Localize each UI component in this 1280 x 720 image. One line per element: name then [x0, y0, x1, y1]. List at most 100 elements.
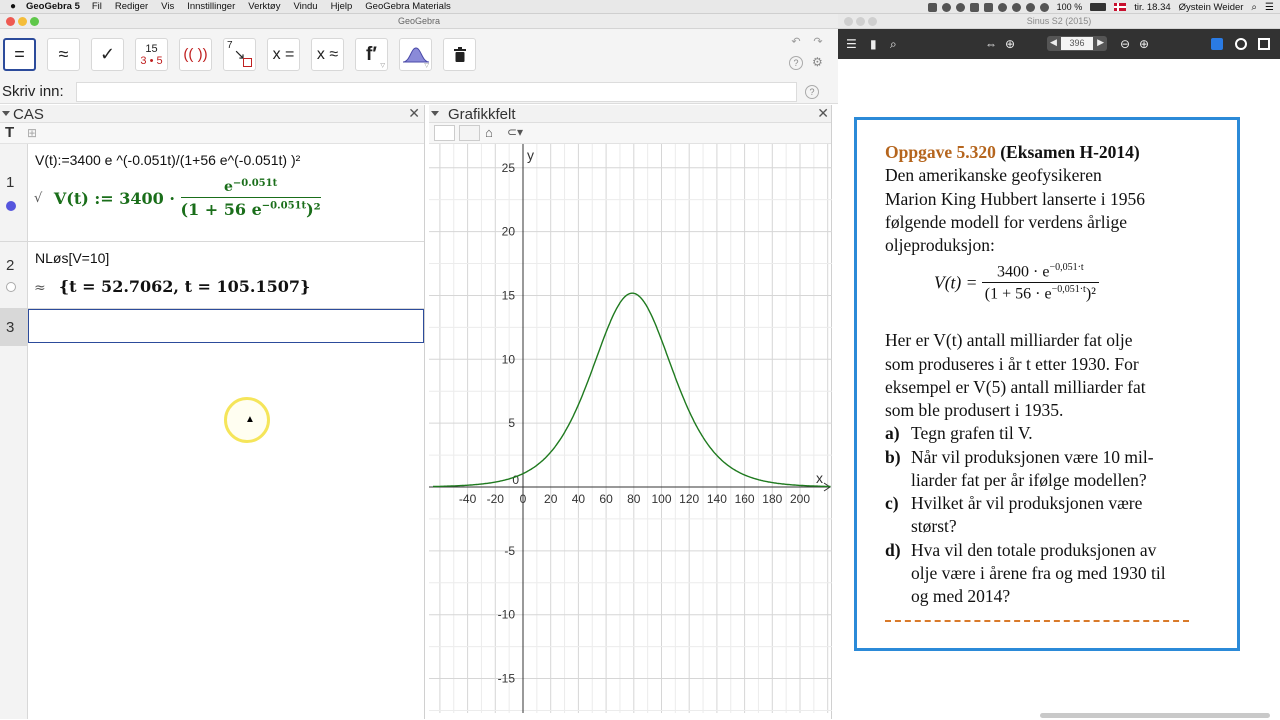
settings-gear-icon[interactable]: ⚙ [812, 55, 823, 69]
next-page-icon[interactable]: ▶ [1097, 37, 1104, 48]
apple-icon[interactable]: ● [0, 1, 26, 12]
viewer-scrollbar[interactable] [1040, 713, 1270, 718]
x-tick-label: 80 [627, 492, 641, 506]
menu-list-icon[interactable]: ☰ [1265, 2, 1274, 13]
cas-input[interactable]: NLøs[V=10] [35, 250, 109, 266]
solve-tool[interactable]: x = [267, 38, 300, 71]
record-icon[interactable] [941, 2, 951, 12]
numeric-tool[interactable]: ≈ [47, 38, 80, 71]
user-name[interactable]: Øystein Weider [1179, 2, 1244, 13]
task-a-text: Tegn grafen til V. [911, 423, 1033, 443]
table-format-icon[interactable]: ⊞ [27, 126, 37, 140]
toolbar-help-icon[interactable]: ? [789, 56, 803, 70]
menu-geogebra-materials[interactable]: GeoGebra Materials [365, 1, 451, 12]
window-titlebar: GeoGebra [0, 14, 838, 29]
x-tick-label: 100 [651, 492, 671, 506]
display-icon[interactable] [983, 2, 993, 12]
sidebar-list-icon[interactable]: ☰ [846, 37, 857, 51]
menu-fil[interactable]: Fil [92, 1, 102, 12]
function-plot[interactable]: -40 -20 0 20 40 60 80 100 120 140 160 180 2000-15-10… [429, 144, 832, 713]
x-tick-label: 60 [599, 492, 613, 506]
viewer-close-icon[interactable] [844, 17, 853, 26]
expand-tool[interactable]: (( )) [179, 38, 212, 71]
window-title: GeoGebra [397, 16, 441, 26]
redo-icon[interactable]: ↷ [811, 36, 825, 48]
task-a-label: a) [885, 423, 900, 443]
cloud-icon[interactable] [927, 2, 937, 12]
page-number-input[interactable]: 396 [1061, 37, 1093, 50]
y-tick-label: -5 [504, 544, 515, 558]
text-format-button[interactable]: T [5, 124, 14, 141]
menu-vindu[interactable]: Vindu [293, 1, 317, 12]
solve-numerically-tool[interactable]: x ≈ [311, 38, 344, 71]
zoom-in-icon[interactable]: ⊕ [1139, 37, 1149, 51]
close-window-icon[interactable] [6, 17, 15, 26]
task-b-text: Når vil produksjonen være 10 mil- [911, 447, 1154, 467]
substitute-tool[interactable]: 7 ↘ [223, 38, 256, 71]
menubar: ● GeoGebra 5 Fil Rediger Vis Innstilling… [0, 0, 1280, 14]
grid-icon[interactable] [969, 2, 979, 12]
evaluate-tool-label: = [14, 44, 25, 64]
menu-vis[interactable]: Vis [161, 1, 174, 12]
home-icon[interactable]: ⌂ [485, 125, 493, 140]
cas-row-3[interactable]: 3 [0, 309, 424, 346]
cas-row-2[interactable]: 2 NLøs[V=10] ≈ {t = 52.7062, t = 105.150… [0, 242, 424, 309]
bell-curve-icon [402, 46, 429, 62]
fit-page-icon[interactable]: ⊕ [1005, 37, 1015, 51]
color-swatch-icon[interactable] [1211, 38, 1223, 50]
cas-collapse-icon[interactable] [2, 111, 10, 116]
y-tick-label: 10 [502, 352, 516, 366]
input-field[interactable] [76, 82, 797, 102]
cas-active-input[interactable] [28, 309, 424, 343]
input-help-icon[interactable]: ? [805, 85, 819, 99]
bluetooth-icon[interactable] [997, 2, 1007, 12]
grid-toggle-icon[interactable] [459, 125, 480, 141]
factor-tool[interactable]: 15 3 • 5 [135, 38, 168, 71]
y-tick-label: -10 [498, 608, 516, 622]
circle-tool-icon[interactable] [1235, 38, 1247, 50]
graphics-close-icon[interactable]: ✕ [817, 105, 829, 122]
evaluate-tool[interactable]: = [3, 38, 36, 71]
fit-width-icon[interactable]: ⇔ [985, 37, 997, 51]
prev-page-icon[interactable]: ◀ [1050, 37, 1057, 48]
delete-tool[interactable] [443, 38, 476, 71]
point-capture-icon[interactable]: ⊂▾ [507, 125, 523, 139]
graphics-view: Grafikkfelt ✕ ⌂ ⊂▾ -40 -20 0 20 40 60 80 100 120… [429, 105, 832, 719]
exercise-heading: Oppgave 5.320 (Eksamen H-2014) [885, 142, 1140, 163]
menu-hjelp[interactable]: Hjelp [331, 1, 353, 12]
battery-percent[interactable]: 100 % [1057, 2, 1083, 12]
menu-app-name[interactable]: GeoGebra 5 [26, 1, 80, 12]
derivative-tool[interactable]: f′ ▽ [355, 38, 388, 71]
battery-icon[interactable] [1090, 3, 1107, 11]
sync-icon[interactable] [955, 2, 965, 12]
viewer-minimize-icon[interactable] [856, 17, 865, 26]
intro-line: Den amerikanske geofysikeren [885, 165, 1102, 185]
time-machine-icon[interactable] [1011, 2, 1021, 12]
clock[interactable]: tir. 18.34 [1134, 2, 1170, 13]
axes-toggle-icon[interactable] [434, 125, 455, 141]
undo-icon[interactable]: ↶ [789, 36, 803, 48]
menu-verktoy[interactable]: Verktøy [248, 1, 280, 12]
graphics-collapse-icon[interactable] [431, 111, 439, 116]
visibility-toggle-off[interactable] [6, 282, 16, 292]
menu-rediger[interactable]: Rediger [115, 1, 148, 12]
cas-close-icon[interactable]: ✕ [408, 105, 420, 122]
bookmark-icon[interactable]: ▮ [870, 37, 877, 51]
cas-row-1[interactable]: 1 V(t):=3400 e ^(-0.051t)/(1+56 e^(-0.05… [0, 144, 424, 242]
menu-innstillinger[interactable]: Innstillinger [187, 1, 235, 12]
zoom-window-icon[interactable] [30, 17, 39, 26]
visibility-toggle-on[interactable] [6, 201, 16, 211]
wifi-icon[interactable] [1039, 2, 1049, 12]
volume-icon[interactable] [1025, 2, 1035, 12]
search-icon[interactable]: ⌕ [1251, 2, 1257, 13]
zoom-out-icon[interactable]: ⊖ [1120, 37, 1130, 51]
rectangle-tool-icon[interactable] [1258, 38, 1270, 50]
viewer-zoom-icon[interactable] [868, 17, 877, 26]
cas-input[interactable]: V(t):=3400 e ^(-0.051t)/(1+56 e^(-0.051t… [35, 152, 300, 168]
keep-input-tool[interactable]: ✓ [91, 38, 124, 71]
keyboard-flag-icon[interactable] [1114, 3, 1127, 11]
probability-tool[interactable]: ▽ [399, 38, 432, 71]
search-icon[interactable]: ⌕ [890, 37, 897, 52]
minimize-window-icon[interactable] [18, 17, 27, 26]
x-tick-label: 20 [544, 492, 558, 506]
